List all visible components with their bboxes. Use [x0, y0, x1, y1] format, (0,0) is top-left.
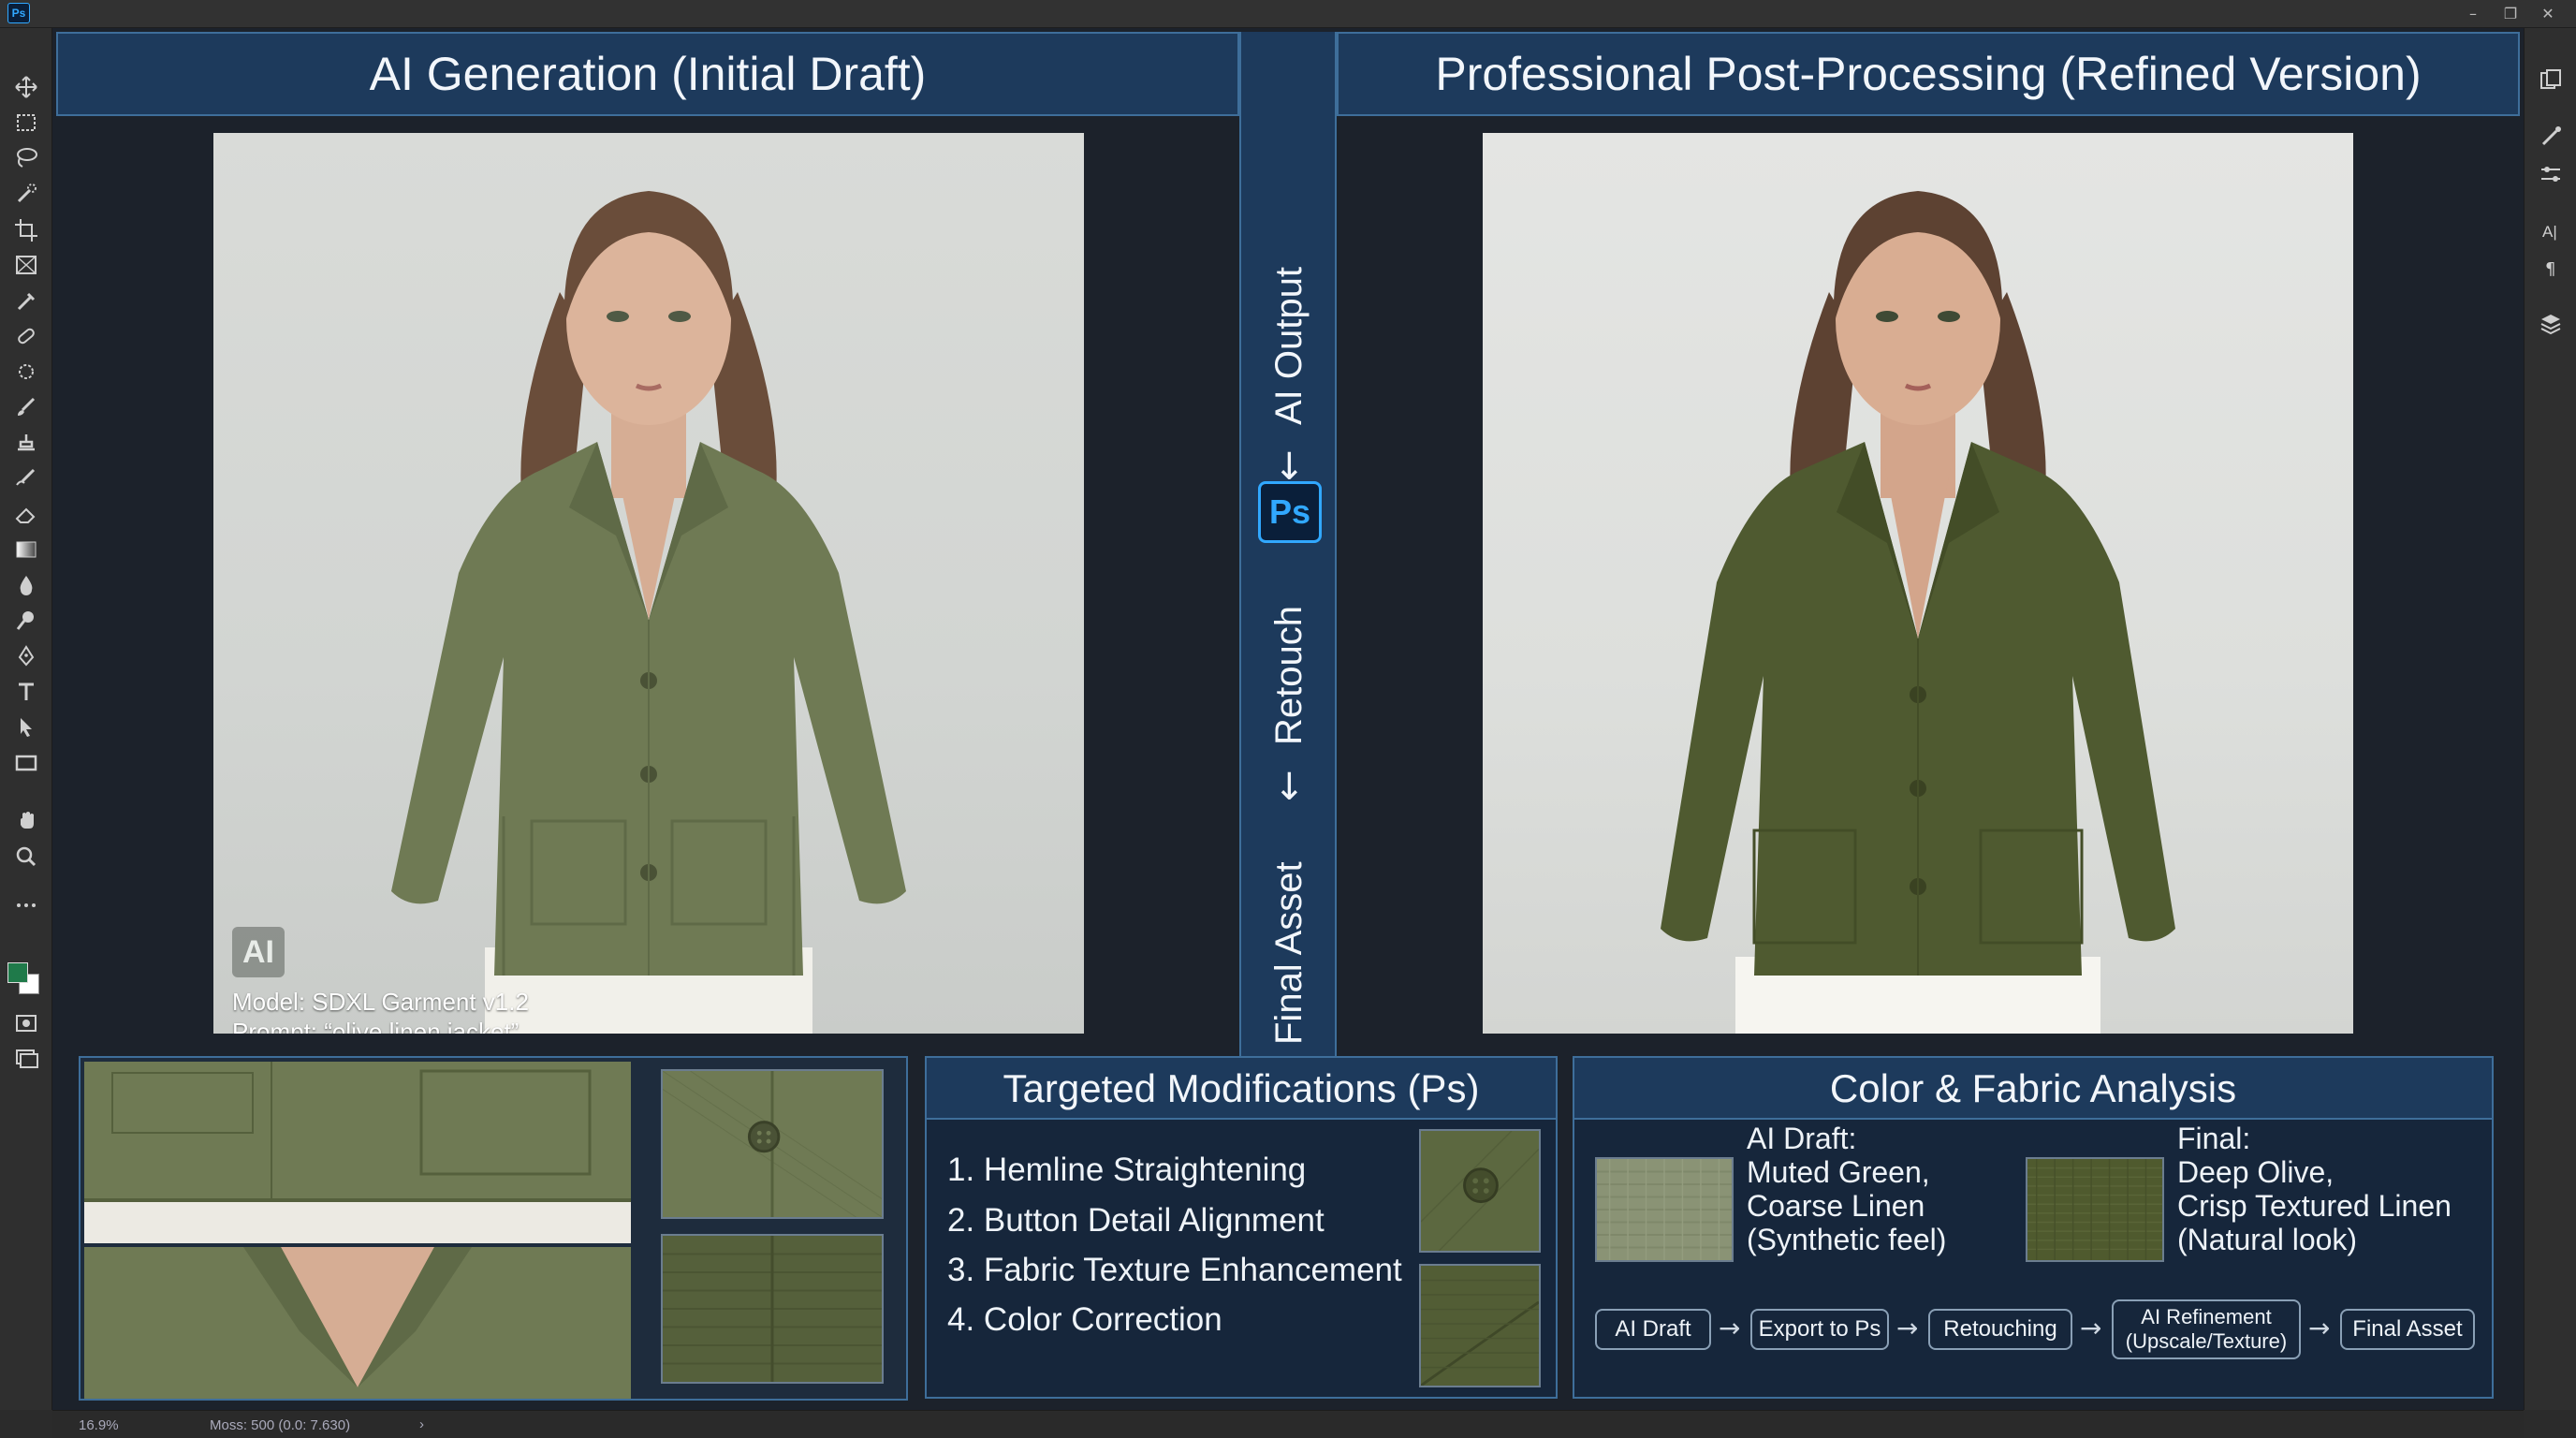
quick-mask-icon[interactable]	[9, 1007, 43, 1039]
targeted-modifications-panel: Targeted Modifications (Ps) 1. Hemline S…	[925, 1056, 1558, 1399]
document-info: Moss: 500 (0.0: 7.630)	[210, 1417, 351, 1433]
collar-crop	[84, 1247, 631, 1399]
color-fabric-title: Color & Fabric Analysis	[1574, 1058, 2492, 1120]
texture-crop	[661, 1234, 884, 1384]
ai-draft-fabric-swatch	[1595, 1157, 1734, 1262]
flow-arrow-4: →	[2308, 1313, 2331, 1343]
flow-step-final-asset: Final Asset	[2340, 1309, 2475, 1350]
eraser-icon[interactable]	[9, 498, 43, 530]
type-tool-icon[interactable]	[9, 676, 43, 708]
history-brush-icon[interactable]	[9, 462, 43, 494]
hand-tool-icon[interactable]	[9, 805, 43, 837]
ai-draft-photo: AI Model: SDXL Garment v1.2 Prompt: “oli…	[213, 133, 1084, 1034]
flow-step-export: Export to Ps	[1750, 1309, 1889, 1350]
document-canvas[interactable]: AI Generation (Initial Draft) Profession…	[52, 28, 2524, 1410]
right-header: Professional Post-Processing (Refined Ve…	[1337, 32, 2520, 116]
button-crop	[661, 1069, 884, 1219]
ai-watermark-badge: AI	[232, 927, 285, 977]
left-header-title: AI Generation (Initial Draft)	[369, 48, 927, 100]
lasso-tool-icon[interactable]	[9, 142, 43, 174]
hemline-crop	[84, 1062, 631, 1243]
character-icon[interactable]: A|	[2536, 215, 2566, 245]
healing-brush-icon[interactable]	[9, 320, 43, 352]
frame-tool-icon[interactable]	[9, 249, 43, 281]
crop-tool-icon[interactable]	[9, 213, 43, 245]
prompt-caption: Prompt: “olive linen jacket”	[232, 1018, 520, 1034]
fabric-texture-swatch	[1419, 1264, 1541, 1387]
workflow-spine: AI Output ← Retouch ← Final Asset Ps	[1239, 32, 1337, 1062]
workflow-spine-graphic: AI Output ← Retouch ← Final Asset	[1267, 267, 1310, 1045]
screen-mode-icon[interactable]	[9, 1043, 43, 1075]
flow-step-retouching: Retouching	[1928, 1309, 2072, 1350]
close-button[interactable]: ✕	[2529, 0, 2567, 28]
path-select-icon[interactable]	[9, 712, 43, 743]
spine-label-ai-output: AI Output	[1268, 267, 1310, 425]
refined-photo	[1483, 133, 2353, 1034]
ai-generation-caption: Model: SDXL Garment v1.2 Prompt: “olive …	[232, 987, 529, 1034]
flow-step-ai-refinement: AI Refinement (Upscale/Texture)	[2112, 1299, 2301, 1359]
color-fabric-panel: Color & Fabric Analysis AI Draft: Muted …	[1573, 1056, 2494, 1399]
pen-tool-icon[interactable]	[9, 640, 43, 672]
zoom-tool-icon[interactable]	[9, 841, 43, 873]
gradient-tool-icon[interactable]	[9, 534, 43, 565]
left-header: AI Generation (Initial Draft)	[56, 32, 1239, 116]
marquee-tool-icon[interactable]	[9, 107, 43, 139]
adjustments-icon[interactable]	[2536, 122, 2566, 152]
restore-button[interactable]: ❐	[2492, 0, 2529, 28]
mod-item-button: 2. Button Detail Alignment	[947, 1202, 1325, 1239]
more-tools-icon[interactable]	[9, 889, 43, 921]
ai-draft-model-illustration	[391, 191, 906, 1034]
window-controls: – ❐ ✕	[2454, 0, 2567, 28]
svg-text:A|: A|	[2542, 223, 2557, 241]
app-title-bar: Ps – ❐ ✕	[0, 0, 2576, 28]
right-header-title: Professional Post-Processing (Refined Ve…	[1435, 48, 2422, 100]
foreground-color-swatch[interactable]	[7, 962, 28, 983]
spine-arrow-1: ←	[1267, 449, 1310, 481]
button-detail-swatch	[1419, 1129, 1541, 1253]
spot-heal-icon[interactable]	[9, 356, 43, 388]
flow-arrow-2: →	[1896, 1313, 1919, 1343]
quick-select-icon[interactable]	[9, 178, 43, 210]
status-menu-arrow[interactable]: ›	[419, 1416, 424, 1432]
final-fabric-text: Final: Deep Olive, Crisp Textured Linen …	[2177, 1122, 2452, 1256]
tools-panel	[0, 28, 52, 1410]
mod-item-color: 4. Color Correction	[947, 1301, 1222, 1338]
svg-text:¶: ¶	[2545, 259, 2555, 279]
rectangle-tool-icon[interactable]	[9, 747, 43, 779]
spine-label-final-asset: Final Asset	[1268, 861, 1310, 1045]
photoshop-logo: Ps	[7, 3, 30, 23]
spine-label-retouch: Retouch	[1268, 606, 1310, 745]
brush-tool-icon[interactable]	[9, 391, 43, 423]
status-bar: 16.9% Moss: 500 (0.0: 7.630) ›	[52, 1410, 2524, 1438]
photoshop-badge: Ps	[1258, 481, 1322, 543]
libraries-icon[interactable]	[2536, 66, 2566, 95]
flow-arrow-1: →	[1719, 1313, 1741, 1343]
final-fabric-swatch	[2026, 1157, 2164, 1262]
dodge-tool-icon[interactable]	[9, 605, 43, 637]
layers-icon[interactable]	[2536, 309, 2566, 339]
mod-item-texture: 3. Fabric Texture Enhancement	[947, 1252, 1402, 1288]
flow-arrow-3: →	[2080, 1313, 2102, 1343]
ai-draft-fabric-text: AI Draft: Muted Green, Coarse Linen (Syn…	[1747, 1122, 1947, 1256]
paragraph-icon[interactable]: ¶	[2536, 253, 2566, 283]
blur-tool-icon[interactable]	[9, 569, 43, 601]
move-tool-icon[interactable]	[9, 71, 43, 103]
flow-step-ai-draft: AI Draft	[1595, 1309, 1711, 1350]
clone-stamp-icon[interactable]	[9, 427, 43, 459]
detail-crops-panel	[79, 1056, 908, 1401]
model-caption: Model: SDXL Garment v1.2	[232, 988, 529, 1016]
minimize-button[interactable]: –	[2454, 0, 2492, 28]
properties-icon[interactable]	[2536, 159, 2566, 189]
mod-item-hemline: 1. Hemline Straightening	[947, 1152, 1307, 1188]
zoom-level[interactable]: 16.9%	[79, 1417, 119, 1433]
refined-model-illustration	[1661, 191, 2175, 1034]
spine-arrow-2: ←	[1267, 770, 1310, 801]
panels-dock: A| ¶	[2524, 28, 2576, 1410]
targeted-modifications-title: Targeted Modifications (Ps)	[927, 1058, 1556, 1120]
eyedropper-icon[interactable]	[9, 285, 43, 316]
